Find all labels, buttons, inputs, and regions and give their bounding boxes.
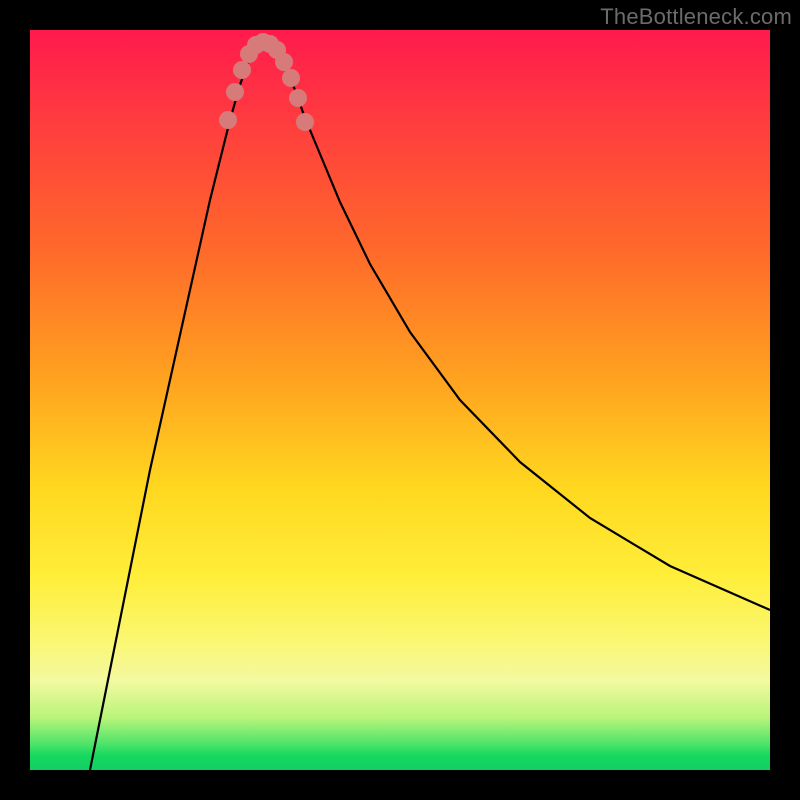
marker-dot: [289, 89, 307, 107]
marker-dot: [296, 113, 314, 131]
chart-frame: TheBottleneck.com: [0, 0, 800, 800]
plot-area: [30, 30, 770, 770]
marker-dot: [275, 53, 293, 71]
curve-layer: [30, 30, 770, 770]
marker-dot: [219, 111, 237, 129]
bottom-marker: [219, 33, 314, 131]
watermark-text: TheBottleneck.com: [600, 4, 792, 30]
marker-dot: [282, 69, 300, 87]
bottleneck-curve: [90, 42, 770, 770]
marker-dot: [233, 61, 251, 79]
marker-dot: [226, 83, 244, 101]
